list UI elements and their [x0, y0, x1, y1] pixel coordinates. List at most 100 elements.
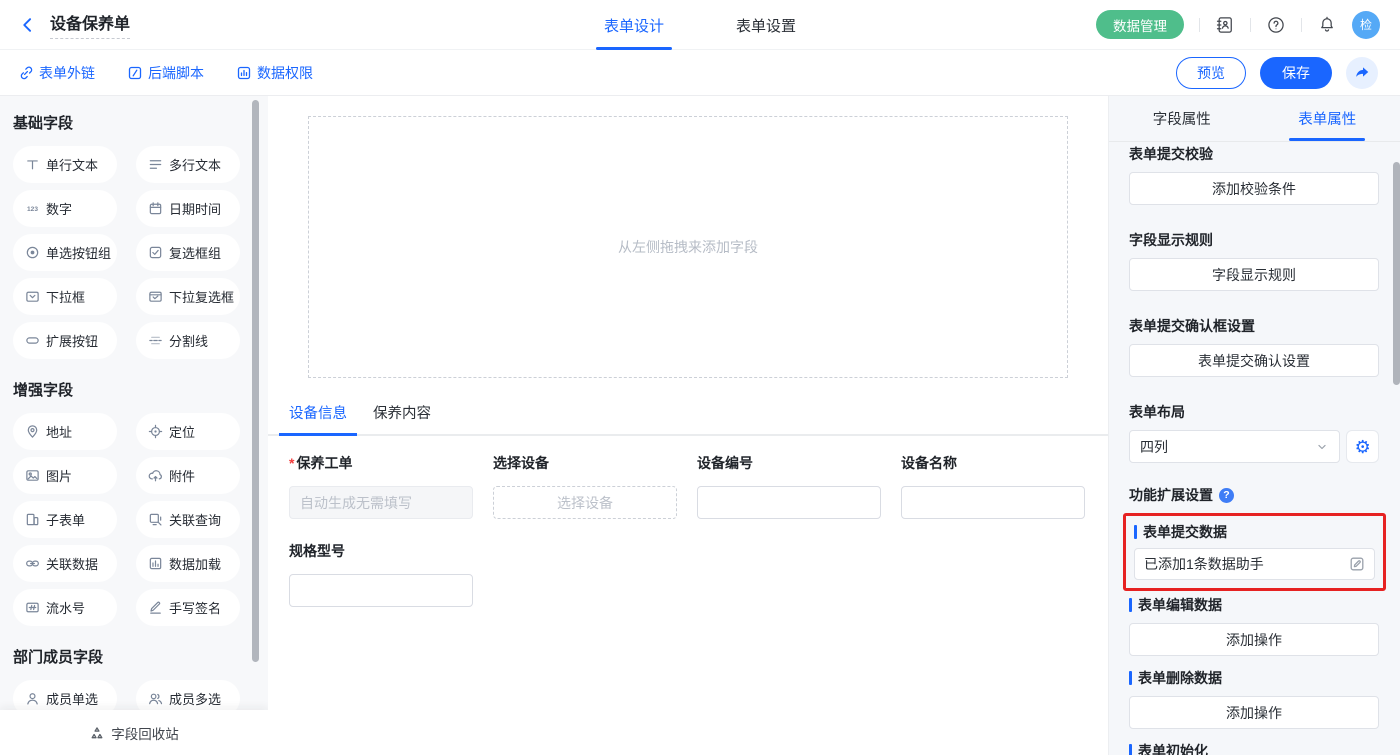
sidebar-scrollbar[interactable] — [252, 100, 259, 662]
field-pill-数据加载[interactable]: 数据加载 — [136, 545, 240, 582]
field-pill-label: 下拉复选框 — [169, 287, 234, 306]
field-pill-图片[interactable]: 图片 — [13, 457, 117, 494]
field-pill-下拉复选框[interactable]: 下拉复选框 — [136, 278, 240, 315]
attachment-icon — [148, 468, 163, 483]
divider — [1250, 18, 1251, 32]
properties-tabs: 字段属性表单属性 — [1109, 96, 1400, 142]
添加操作-button[interactable]: 添加操作 — [1129, 623, 1379, 656]
field-pill-关联数据[interactable]: 关联数据 — [13, 545, 117, 582]
panel-section-label: 表单提交校验 — [1129, 146, 1380, 162]
header-tab-表单设置[interactable]: 表单设置 — [734, 0, 798, 50]
address-icon — [25, 424, 40, 439]
field-pill-单选按钮组[interactable]: 单选按钮组 — [13, 234, 117, 271]
field-pill-label: 定位 — [169, 422, 195, 441]
field-pill-复选框组[interactable]: 复选框组 — [136, 234, 240, 271]
field-pill-子表单[interactable]: 子表单 — [13, 501, 117, 538]
field-pill-label: 下拉框 — [46, 287, 85, 306]
toolbar-link-label: 后端脚本 — [148, 63, 204, 83]
recycle-bin-label: 字段回收站 — [111, 723, 179, 743]
field-label: 选择设备 — [493, 455, 677, 471]
save-button[interactable]: 保存 — [1260, 57, 1332, 89]
question-circle-icon[interactable] — [1219, 488, 1234, 503]
field-pill-label: 地址 — [46, 422, 72, 441]
field-pill-label: 子表单 — [46, 510, 85, 529]
field-pill-单行文本[interactable]: 单行文本 — [13, 146, 117, 183]
divider — [1199, 18, 1200, 32]
field-pill-label: 附件 — [169, 466, 195, 485]
form-design-canvas: 从左侧拖拽来添加字段 设备信息保养内容 *保养工单自动生成无需填写选择设备选择设… — [268, 96, 1108, 755]
header-tab-表单设计[interactable]: 表单设计 — [602, 0, 666, 50]
share-button[interactable] — [1346, 57, 1378, 89]
form-field-规格型号: 规格型号 — [289, 543, 473, 607]
field-pill-手写签名[interactable]: 手写签名 — [136, 589, 240, 626]
field-input-选择设备[interactable]: 选择设备 — [493, 486, 677, 519]
contact-book-button[interactable] — [1215, 15, 1235, 35]
field-input-规格型号[interactable] — [289, 574, 473, 607]
gear-icon: ⚙ — [1355, 438, 1371, 456]
notification-button[interactable] — [1317, 15, 1337, 35]
添加校验条件-button[interactable]: 添加校验条件 — [1129, 172, 1379, 205]
toolbar-link-表单外链[interactable]: 表单外链 — [18, 63, 95, 83]
field-pill-下拉框[interactable]: 下拉框 — [13, 278, 117, 315]
svg-text:123: 123 — [27, 206, 38, 213]
help-button[interactable] — [1266, 15, 1286, 35]
field-pill-扩展按钮[interactable]: 扩展按钮 — [13, 322, 117, 359]
member-multi-icon — [148, 691, 163, 706]
field-pill-附件[interactable]: 附件 — [136, 457, 240, 494]
checkbox-group-icon — [148, 245, 163, 260]
form-layout-section: 表单布局 四列 ⚙ — [1123, 404, 1386, 463]
form-layout-select[interactable]: 四列 — [1129, 430, 1340, 463]
toolbar-right: 预览 保存 — [1176, 57, 1400, 89]
script-icon — [127, 65, 143, 81]
toolbar-link-数据权限[interactable]: 数据权限 — [236, 63, 313, 83]
field-pill-关联查询[interactable]: 关联查询 — [136, 501, 240, 538]
field-pill-label: 复选框组 — [169, 243, 221, 262]
form-toolbar: 表单外链 后端脚本 数据权限 预览 保存 — [0, 50, 1400, 96]
field-pill-label: 分割线 — [169, 331, 208, 350]
properties-tab-字段属性[interactable]: 字段属性 — [1109, 96, 1255, 141]
canvas-tab-保养内容[interactable]: 保养内容 — [373, 402, 431, 434]
signature-icon — [148, 600, 163, 615]
layout-settings-button[interactable]: ⚙ — [1346, 430, 1379, 463]
form-field-选择设备: 选择设备选择设备 — [493, 455, 677, 519]
drop-hint: 从左侧拖拽来添加字段 — [618, 237, 758, 257]
panel-scrollbar[interactable] — [1393, 162, 1400, 385]
back-button[interactable] — [18, 15, 38, 35]
field-pill-多行文本[interactable]: 多行文本 — [136, 146, 240, 183]
preview-button[interactable]: 预览 — [1176, 57, 1246, 89]
field-label: *保养工单 — [289, 455, 473, 471]
表单提交确认设置-button[interactable]: 表单提交确认设置 — [1129, 344, 1379, 377]
field-pill-数字[interactable]: 123数字 — [13, 190, 117, 227]
field-input-设备编号[interactable] — [697, 486, 881, 519]
drop-zone[interactable]: 从左侧拖拽来添加字段 — [308, 116, 1068, 378]
edit-icon[interactable] — [1349, 556, 1365, 572]
field-input-设备名称[interactable] — [901, 486, 1085, 519]
data-manage-button[interactable]: 数据管理 — [1096, 10, 1184, 39]
field-pill-日期时间[interactable]: 日期时间 — [136, 190, 240, 227]
avatar[interactable]: 检 — [1352, 11, 1380, 39]
properties-tab-表单属性[interactable]: 表单属性 — [1255, 96, 1400, 141]
field-pill-地址[interactable]: 地址 — [13, 413, 117, 450]
字段显示规则-button[interactable]: 字段显示规则 — [1129, 258, 1379, 291]
添加操作-button[interactable]: 添加操作 — [1129, 696, 1379, 729]
properties-panel: 字段属性表单属性 表单提交校验添加校验条件字段显示规则字段显示规则表单提交确认框… — [1108, 96, 1400, 755]
field-input-保养工单[interactable]: 自动生成无需填写 — [289, 486, 473, 519]
divider-icon — [148, 333, 163, 348]
link-icon — [18, 65, 34, 81]
panel-section-字段显示规则: 字段显示规则字段显示规则 — [1123, 232, 1386, 291]
field-pill-分割线[interactable]: 分割线 — [136, 322, 240, 359]
canvas-tab-设备信息[interactable]: 设备信息 — [289, 402, 347, 434]
toolbar-link-后端脚本[interactable]: 后端脚本 — [127, 63, 204, 83]
multi-select-icon — [148, 289, 163, 304]
linked-data-icon — [25, 556, 40, 571]
panel-section-表单提交确认框设置: 表单提交确认框设置表单提交确认设置 — [1123, 318, 1386, 377]
multi-line-text-icon — [148, 157, 163, 172]
select-icon — [25, 289, 40, 304]
field-pill-定位[interactable]: 定位 — [136, 413, 240, 450]
submit-data-value-box[interactable]: 已添加1条数据助手 — [1134, 548, 1375, 580]
field-recycle-bin[interactable]: 字段回收站 — [0, 710, 268, 755]
data-load-icon — [148, 556, 163, 571]
back-chevron-icon — [18, 15, 38, 35]
field-pill-流水号[interactable]: 流水号 — [13, 589, 117, 626]
field-pill-label: 扩展按钮 — [46, 331, 98, 350]
